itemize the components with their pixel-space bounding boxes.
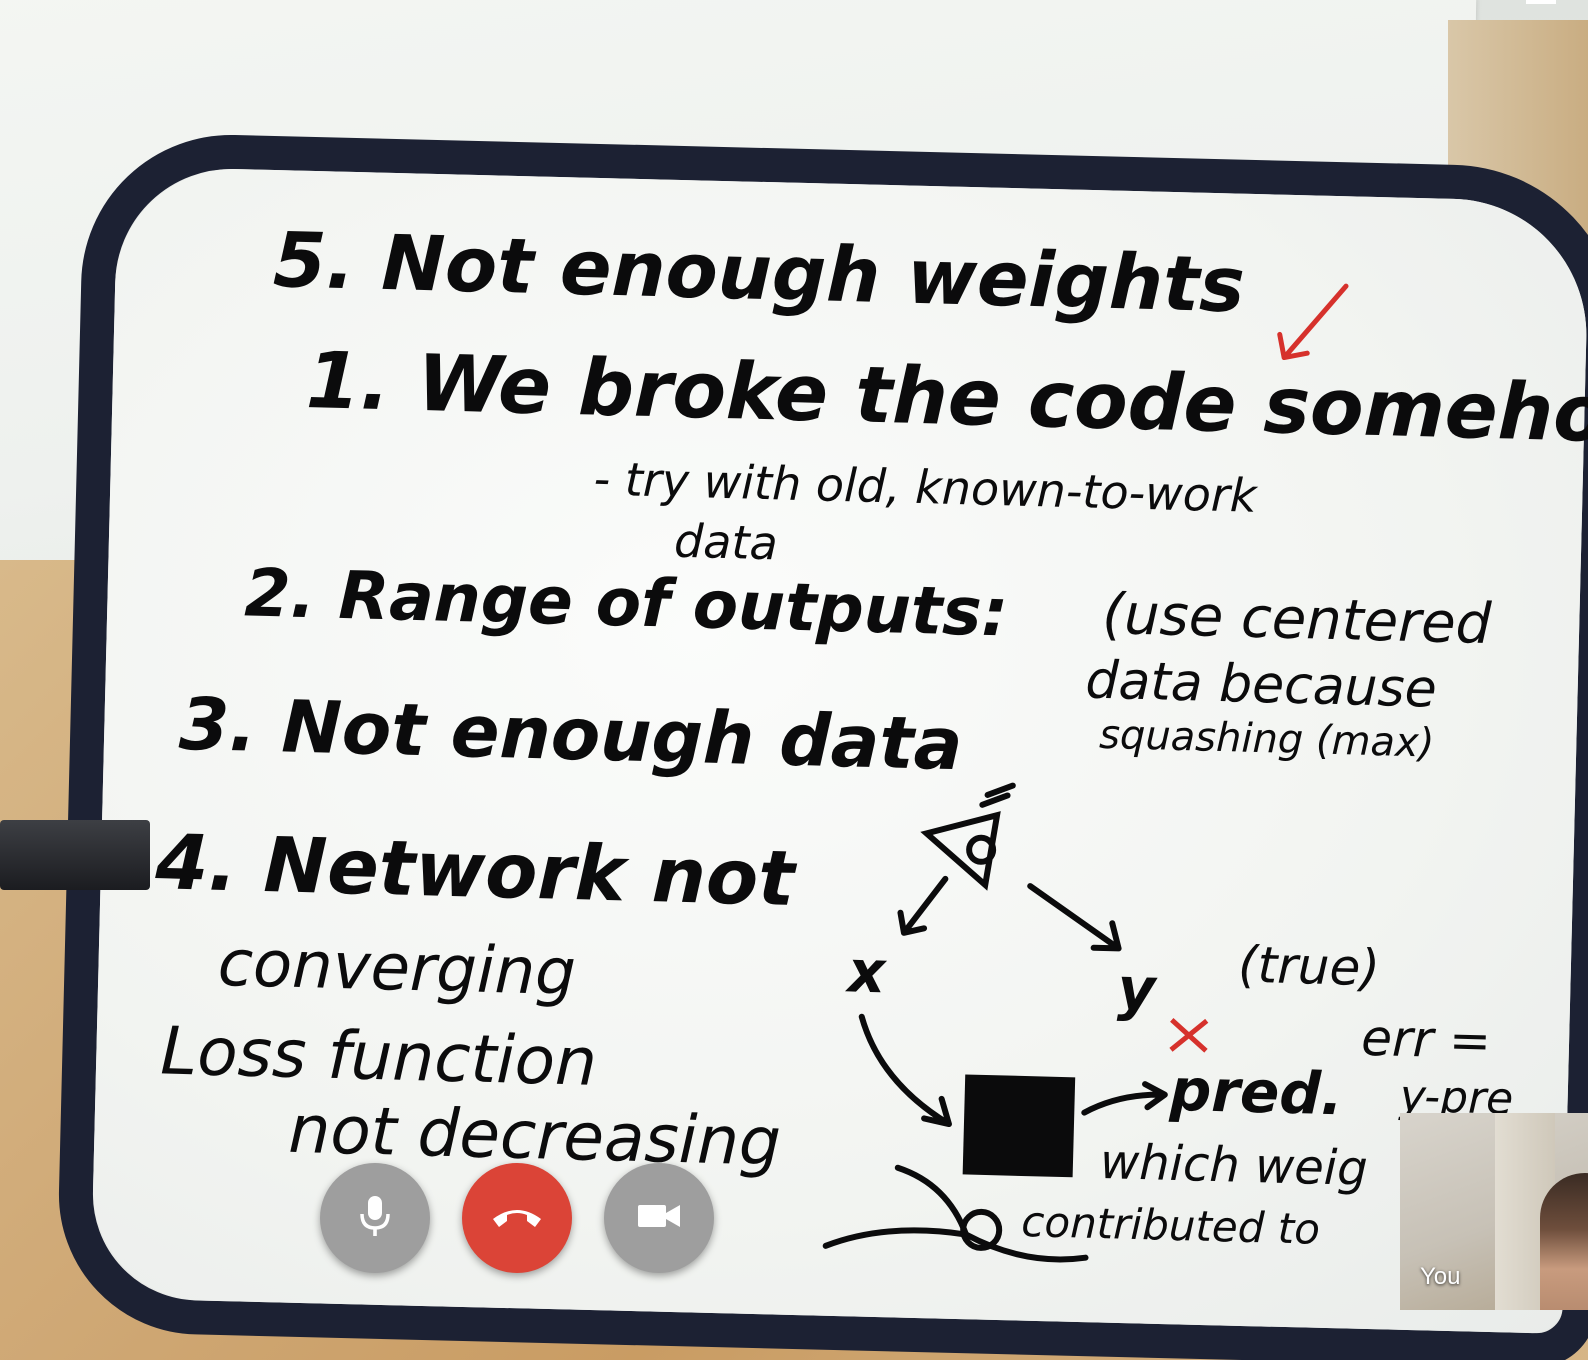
err-label: err = [1361, 1009, 1492, 1070]
item2-note-line1: (use centered [1101, 582, 1492, 657]
red-x-mark [1169, 1017, 1209, 1053]
self-view-thumbnail[interactable]: You [1400, 1113, 1588, 1310]
item4-line1: 4. Network not [153, 817, 798, 923]
pred-label: pred. [1168, 1056, 1344, 1129]
item3-text: 3. Not enough data [178, 682, 963, 786]
item2-text: 2. Range of outputs: [244, 554, 1009, 651]
which-weights-line2: contributed to [1021, 1197, 1321, 1254]
y-true-note: (true) [1237, 936, 1380, 998]
red-check-mark [1277, 283, 1349, 361]
which-weights-line1: which weig [1099, 1134, 1368, 1197]
hang-up-button[interactable] [462, 1163, 572, 1273]
item4-line2: converging [217, 927, 577, 1010]
remote-video-feed: 5. Not enough weights 1. We broke the co… [0, 0, 1588, 1360]
heading-text: 5. Not enough weights [272, 215, 1246, 329]
video-camera-icon [636, 1201, 682, 1235]
microphone-button[interactable] [320, 1163, 430, 1273]
x-label: x [844, 937, 888, 1006]
item1-sub-text: - try with old, known-to-work [593, 452, 1260, 523]
item1-sub2-text: data [673, 514, 778, 571]
self-view-person [1540, 1173, 1588, 1310]
item2-note-line3: squashing (max) [1099, 712, 1435, 767]
item1-text: 1. We broke the code somehow [305, 336, 1588, 462]
y-label: y [1117, 954, 1159, 1023]
microphone-icon [355, 1192, 395, 1244]
model-black-box [962, 1074, 1076, 1178]
item2-note-line2: data because [1085, 650, 1438, 719]
camera-button[interactable] [604, 1163, 714, 1273]
whiteboard-writing: 5. Not enough weights 1. We broke the co… [153, 215, 1588, 1263]
self-view-label: You [1420, 1263, 1461, 1290]
call-controls [320, 1163, 720, 1273]
item4-line3: Loss function [160, 1012, 598, 1100]
phone-hangup-icon [489, 1201, 545, 1235]
